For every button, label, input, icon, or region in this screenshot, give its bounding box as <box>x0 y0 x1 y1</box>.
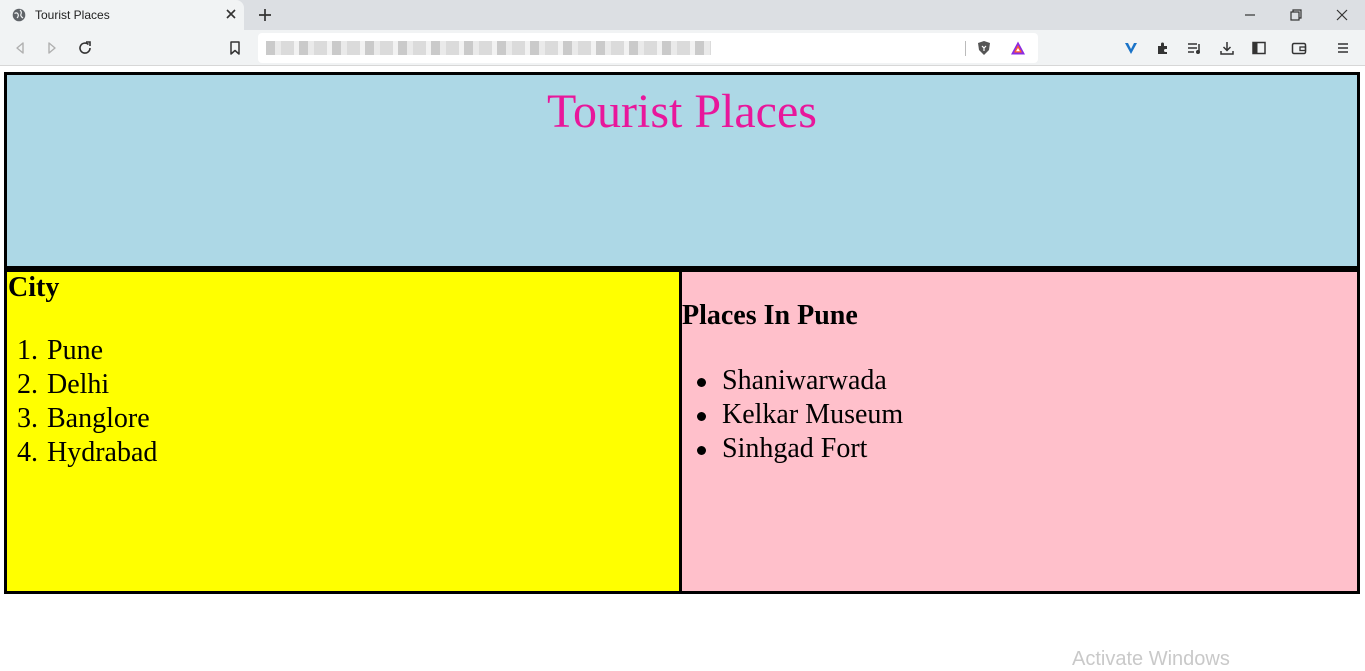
restore-icon[interactable] <box>1289 8 1303 22</box>
list-item: 4. Hydrabad <box>17 436 157 470</box>
minimize-icon[interactable] <box>1243 8 1257 22</box>
list-item: 3. Banglore <box>17 402 157 436</box>
globe-icon <box>12 8 26 22</box>
sidebar-icon[interactable] <box>1251 40 1267 56</box>
wallet-icon[interactable] <box>1291 40 1307 56</box>
browser-toolbar <box>0 30 1365 66</box>
places-heading: Places In Pune <box>682 300 858 331</box>
tab-bar: Tourist Places <box>0 0 1365 30</box>
extensions-icon[interactable] <box>1155 40 1171 56</box>
window-close-icon[interactable] <box>1335 8 1349 22</box>
city-name: Delhi <box>47 369 110 400</box>
list-item: Sinhgad Fort <box>697 432 903 466</box>
plus-icon[interactable] <box>257 7 273 23</box>
places-section: Places In Pune Shaniwarwada Kelkar Museu… <box>679 269 1360 594</box>
place-name: Sinhgad Fort <box>722 433 868 464</box>
bullet-icon <box>697 412 706 421</box>
page-content: Tourist Places City 1. Pune 2. Delhi 3. Ban… <box>0 67 1365 659</box>
address-bar[interactable] <box>258 33 1038 63</box>
omnibox-divider <box>965 41 966 56</box>
city-section: City 1. Pune 2. Delhi 3. Banglore 4. Hydraba… <box>4 269 682 594</box>
list-item: Shaniwarwada <box>697 364 903 398</box>
places-list: Shaniwarwada Kelkar Museum Sinhgad Fort <box>697 364 903 466</box>
list-item: 2. Delhi <box>17 368 157 402</box>
bookmark-icon[interactable] <box>227 40 243 56</box>
bullet-icon <box>697 446 706 455</box>
place-name: Kelkar Museum <box>722 399 904 430</box>
place-name: Shaniwarwada <box>722 365 887 396</box>
brave-shield-icon[interactable] <box>976 40 992 56</box>
list-item: Kelkar Museum <box>697 398 903 432</box>
list-number: 1. <box>17 335 38 366</box>
city-name: Pune <box>47 335 103 366</box>
menu-icon[interactable] <box>1335 40 1351 56</box>
city-heading: City <box>8 272 60 303</box>
page-title: Tourist Places <box>547 85 817 138</box>
header-section: Tourist Places <box>4 72 1360 269</box>
tab-tourist-places[interactable]: Tourist Places <box>0 0 244 30</box>
list-item: 1. Pune <box>17 334 157 368</box>
list-number: 2. <box>17 369 38 400</box>
city-name: Banglore <box>47 403 150 434</box>
list-number: 4. <box>17 437 38 468</box>
city-name: Hydrabad <box>47 437 158 468</box>
city-list: 1. Pune 2. Delhi 3. Banglore 4. Hydrabad <box>17 334 157 470</box>
playlist-icon[interactable] <box>1187 40 1203 56</box>
brave-rewards-icon[interactable] <box>1010 40 1026 56</box>
back-icon[interactable] <box>12 40 28 56</box>
activate-windows-watermark: Activate Windows <box>1072 648 1230 670</box>
forward-icon[interactable] <box>44 40 60 56</box>
list-number: 3. <box>17 403 38 434</box>
blurred-url <box>266 41 711 55</box>
tab-title: Tourist Places <box>35 8 110 22</box>
bullet-icon <box>697 378 706 387</box>
reload-icon[interactable] <box>77 40 93 56</box>
download-icon[interactable] <box>1219 40 1235 56</box>
vpn-icon[interactable] <box>1123 40 1139 56</box>
close-icon[interactable] <box>224 7 238 21</box>
